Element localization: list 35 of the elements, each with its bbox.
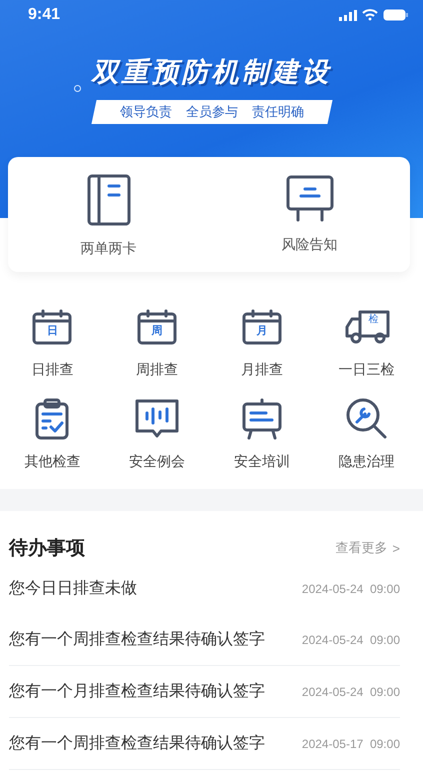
todo-text: 您有一个周排查检查结果待确认签字: [9, 734, 265, 754]
chat-bars-icon: [135, 399, 180, 439]
tool-item[interactable]: 隐患治理: [314, 396, 419, 470]
battery-icon: [383, 9, 409, 21]
tool-item[interactable]: 周 周排查: [104, 304, 210, 378]
todo-time: 2024-05-17 09:00: [302, 736, 400, 750]
tool-item[interactable]: 检 一日三检: [314, 304, 419, 378]
todo-item[interactable]: 您有一个周排查检查结果待确认签字 2024-05-17 09:00: [9, 718, 400, 770]
magnifier-wrench-icon: [344, 397, 389, 441]
wifi-icon: [362, 9, 378, 21]
tool-item[interactable]: 安全例会: [104, 396, 210, 470]
todo-item[interactable]: 您有一个月排查检查结果待确认签字 2024-05-24 09:00: [9, 666, 400, 718]
todo-item[interactable]: 您有一个周排查检查结果待确认签字 2024-05-24 09:00: [9, 614, 400, 666]
todo-text: 您今日日排查未做: [9, 578, 137, 599]
tool-item[interactable]: 安全培训: [210, 396, 314, 470]
signal-icon: [339, 10, 357, 20]
todo-time: 2024-05-24 09:00: [302, 684, 400, 698]
banner-title: 双重预防机制建设: [90, 56, 332, 89]
todo-item[interactable]: 您今日日排查未做 2024-05-24 09:00: [9, 563, 400, 614]
todo-text: 您有一个月排查检查结果待确认签字: [9, 682, 265, 702]
easel-icon: [242, 398, 282, 440]
tool-item[interactable]: 日 日排查: [0, 304, 105, 378]
slogan-banner: 领导负责 全员参与 责任明确: [90, 100, 332, 124]
status-time: 9:41: [28, 6, 60, 24]
quick-entry[interactable]: 风险告知: [209, 157, 410, 272]
quick-entry[interactable]: 两单两卡: [8, 157, 209, 272]
section-title: 待办事项: [9, 537, 85, 561]
todo-time: 2024-05-24 09:00: [302, 632, 400, 646]
book-icon: [86, 174, 130, 226]
board-icon: [286, 174, 334, 222]
clipboard-icon: [34, 398, 70, 440]
tool-item[interactable]: 其他检查: [0, 396, 105, 470]
todo-time: 2024-05-24 09:00: [302, 582, 400, 596]
todo-text: 您有一个周排查检查结果待确认签字: [9, 630, 265, 650]
tool-item[interactable]: 月 月排查: [210, 304, 314, 378]
